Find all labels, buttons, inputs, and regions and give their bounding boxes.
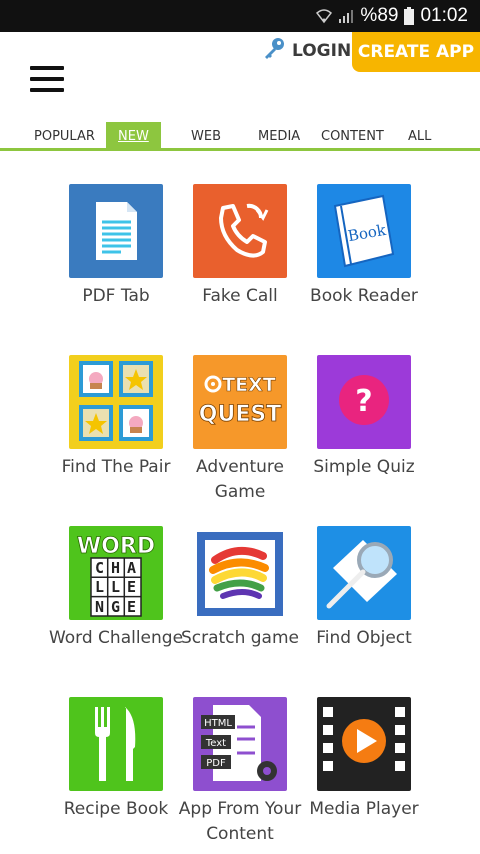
phone-call-icon [193, 184, 287, 278]
menu-icon-bar [30, 66, 64, 70]
content-tag-text: Text [205, 738, 226, 749]
app-tile-find-the-pair[interactable]: Find The Pair [46, 355, 186, 480]
app-tile-media-player[interactable]: Media Player [294, 697, 434, 822]
menu-icon[interactable] [30, 66, 64, 92]
wifi-icon [316, 8, 333, 24]
tab-divider [0, 148, 480, 151]
app-tile-book-reader[interactable]: Book Book Reader [294, 184, 434, 309]
login-label: LOGIN [292, 40, 352, 61]
login-button[interactable]: LOGIN [262, 36, 351, 65]
signal-icon [338, 8, 354, 24]
app-label: Find Object [316, 628, 412, 648]
film-play-icon [317, 697, 411, 791]
app-label: PDF Tab [82, 286, 150, 306]
word-grid-row: CHA [95, 559, 143, 577]
key-icon [262, 36, 286, 65]
word-icon-text: WORD [77, 534, 155, 559]
app-label: Adventure Game [196, 457, 284, 502]
app-tile-simple-quiz[interactable]: ? Simple Quiz [294, 355, 434, 480]
app-label: Fake Call [202, 286, 278, 306]
battery-percent: %89 [360, 5, 399, 26]
app-tile-find-object[interactable]: Find Object [294, 526, 434, 651]
battery-icon [404, 7, 415, 25]
app-label: Simple Quiz [313, 457, 415, 477]
app-label: Book Reader [310, 286, 418, 306]
content-tag-html: HTML [204, 718, 232, 729]
word-grid-row: LLE [95, 578, 143, 596]
fork-knife-icon [69, 697, 163, 791]
quest-icon-text-1: TEXT [222, 374, 276, 396]
book-icon: Book [317, 184, 411, 278]
tab-popular[interactable]: POPULAR [34, 122, 95, 150]
content-tag-pdf: PDF [206, 758, 226, 769]
text-quest-icon: TEXT QUEST [193, 355, 287, 449]
tab-web[interactable]: WEB [191, 122, 221, 150]
menu-icon-bar [30, 88, 64, 92]
tab-media[interactable]: MEDIA [258, 122, 300, 150]
scratch-card-icon [193, 526, 287, 620]
app-tile-pdf-tab[interactable]: PDF Tab [46, 184, 186, 309]
tab-content[interactable]: CONTENT [321, 122, 384, 150]
content-file-icon: HTML Text PDF [193, 697, 287, 791]
word-grid-row: NGE [95, 598, 143, 616]
app-label: Media Player [309, 799, 419, 819]
status-indicators: %89 01:02 [316, 0, 468, 32]
pdf-document-icon [69, 184, 163, 278]
app-label: Scratch game [181, 628, 299, 648]
word-grid-icon: WORD CHA LLE NGE [69, 526, 163, 620]
magnifier-icon [317, 526, 411, 620]
status-bar: %89 01:02 [0, 0, 480, 32]
app-tile-scratch-game[interactable]: Scratch game [170, 526, 310, 651]
app-tile-adventure-game[interactable]: TEXT QUEST Adventure Game [170, 355, 310, 505]
question-mark-icon: ? [317, 355, 411, 449]
tab-new[interactable]: NEW [106, 122, 161, 150]
app-label: Recipe Book [63, 799, 169, 819]
tab-all[interactable]: ALL [408, 122, 431, 150]
quiz-icon-text: ? [355, 384, 372, 419]
app-tile-fake-call[interactable]: Fake Call [170, 184, 310, 309]
app-label: Word Challenge [48, 628, 184, 648]
app-label: Find The Pair [61, 457, 171, 477]
create-app-button[interactable]: CREATE APP [352, 32, 480, 72]
app-label: App From Your Content [178, 799, 302, 844]
app-tile-app-from-content[interactable]: HTML Text PDF App From Your Content [170, 697, 310, 847]
memory-cards-icon [69, 355, 163, 449]
menu-icon-bar [30, 77, 64, 81]
quest-icon-text-2: QUEST [199, 402, 281, 427]
app-tile-recipe-book[interactable]: Recipe Book [46, 697, 186, 822]
app-tile-word-challenge[interactable]: WORD CHA LLE NGE Word Challenge [46, 526, 186, 651]
clock: 01:02 [420, 5, 468, 26]
